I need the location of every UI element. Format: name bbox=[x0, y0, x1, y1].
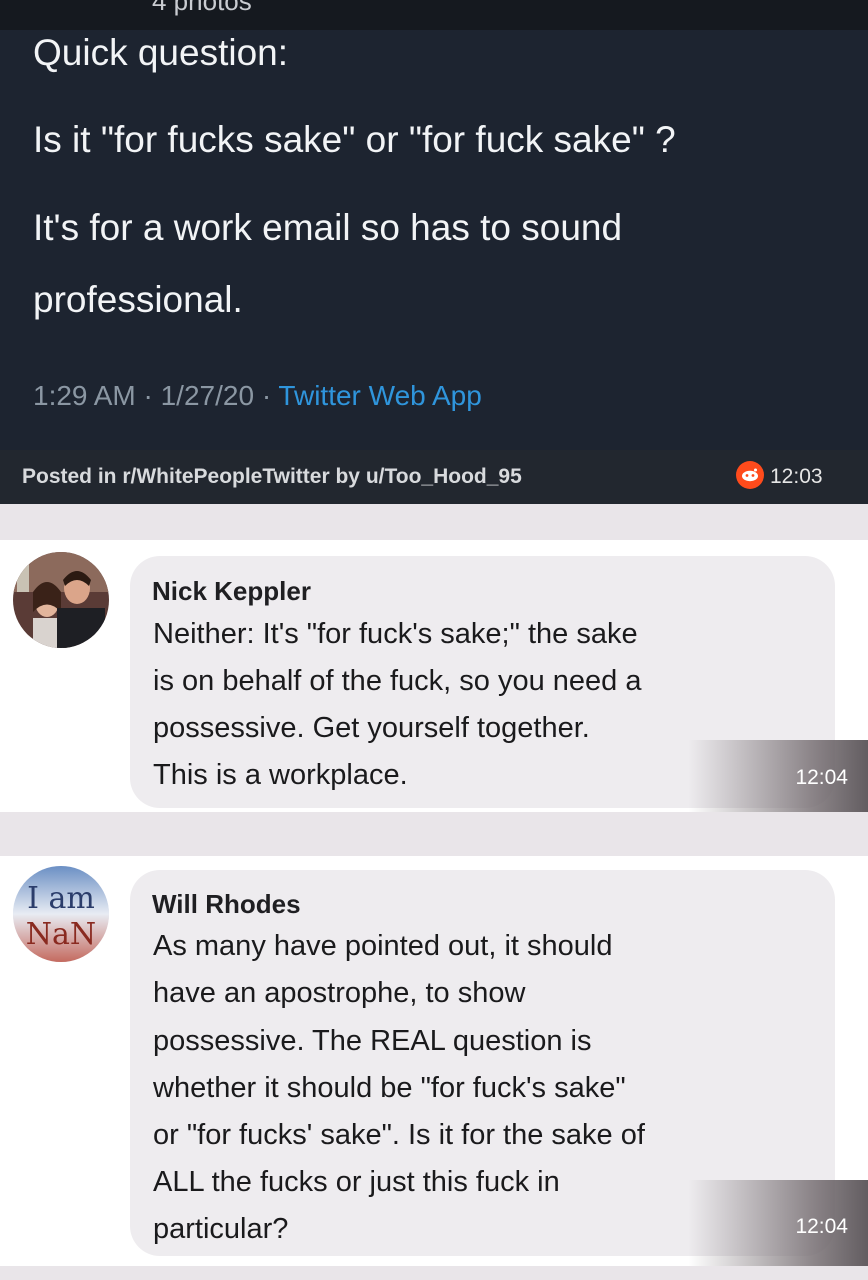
divider bbox=[0, 1266, 868, 1280]
photos-count-label[interactable]: 4 photos bbox=[152, 0, 252, 17]
avatar[interactable] bbox=[13, 552, 109, 648]
comment-timestamp: 12:04 bbox=[795, 766, 848, 789]
comment-line: ALL the fucks or just this fuck in bbox=[153, 1166, 560, 1198]
commenter-name[interactable]: Nick Keppler bbox=[152, 576, 311, 607]
tweet-timestamp: 1:29 AM · 1/27/20 · bbox=[33, 380, 279, 411]
tweet-line-2: Is it "for fucks sake" or "for fuck sake… bbox=[33, 119, 676, 160]
commenter-name[interactable]: Will Rhodes bbox=[152, 889, 301, 920]
tweet-line-1: Quick question: bbox=[33, 32, 289, 73]
comment-line: possessive. The REAL question is bbox=[153, 1025, 592, 1057]
comment-line: Neither: It's "for fuck's sake;" the sak… bbox=[153, 618, 638, 650]
comment-line: possessive. Get yourself together. bbox=[153, 712, 590, 744]
comment-line: This is a workplace. bbox=[153, 759, 408, 791]
comment-line: particular? bbox=[153, 1213, 289, 1245]
comment-line: whether it should be "for fuck's sake" bbox=[153, 1072, 626, 1104]
tweet-card: 4 photos Quick question: Is it "for fuck… bbox=[0, 0, 868, 450]
tweet-line-4: professional. bbox=[33, 279, 243, 320]
svg-text:NaN: NaN bbox=[26, 917, 96, 952]
divider bbox=[0, 504, 868, 540]
reddit-timestamp: 12:03 bbox=[770, 465, 823, 488]
comment-line: have an apostrophe, to show bbox=[153, 977, 526, 1009]
avatar[interactable]: I am NaN bbox=[13, 866, 109, 962]
tweet-line-3: It's for a work email so has to sound bbox=[33, 207, 623, 248]
tweet-source-link[interactable]: Twitter Web App bbox=[278, 380, 481, 411]
divider bbox=[0, 812, 868, 856]
comment-timestamp: 12:04 bbox=[795, 1215, 848, 1238]
comment-line: or "for fucks' sake". Is it for the sake… bbox=[153, 1119, 645, 1151]
comment-line: is on behalf of the fuck, so you need a bbox=[153, 665, 642, 697]
reddit-icon bbox=[736, 461, 764, 489]
tweet-top-strip bbox=[0, 0, 868, 30]
posted-in-label[interactable]: Posted in r/WhitePeopleTwitter by u/Too_… bbox=[22, 465, 522, 489]
comment-line: As many have pointed out, it should bbox=[153, 930, 613, 962]
tweet-meta: 1:29 AM · 1/27/20 · Twitter Web App bbox=[33, 380, 482, 412]
svg-text:I am: I am bbox=[27, 881, 95, 916]
